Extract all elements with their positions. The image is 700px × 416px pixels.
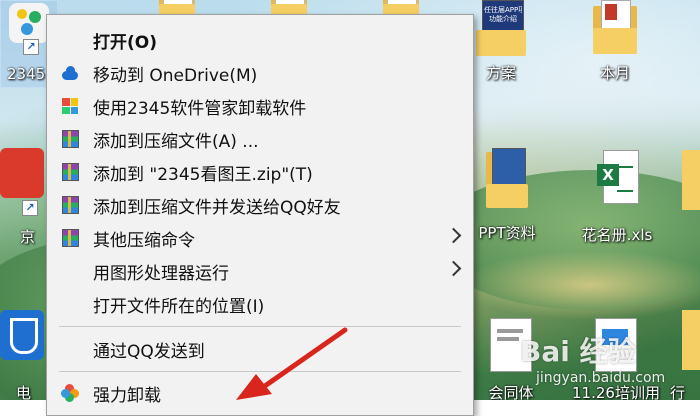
annotation-arrow [236,327,348,400]
